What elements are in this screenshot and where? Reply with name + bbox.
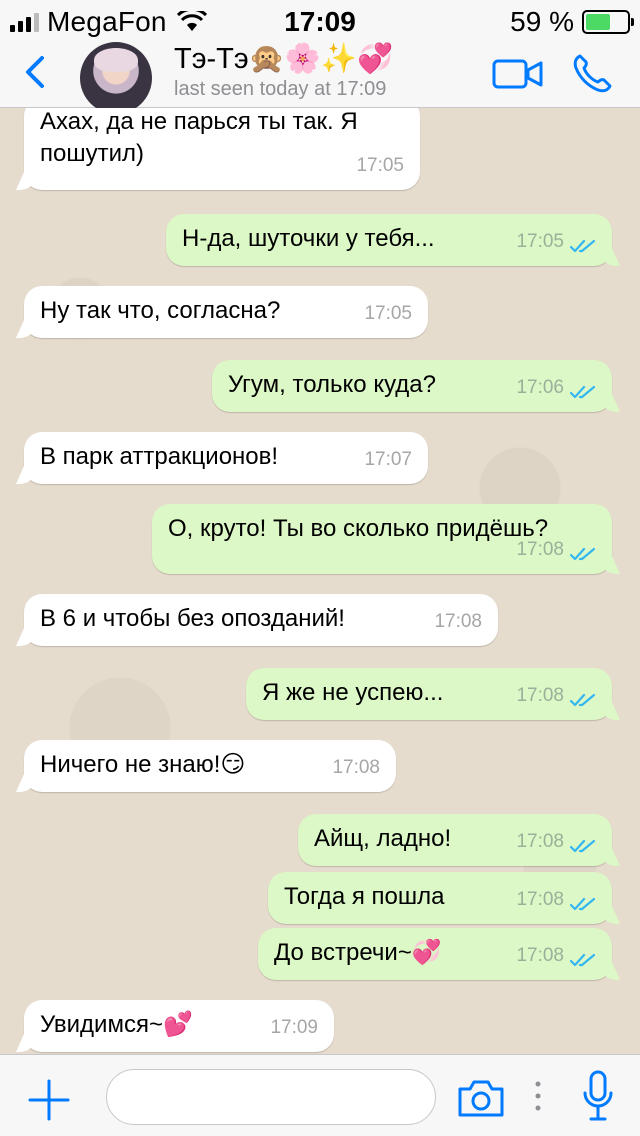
message-time: 17:05	[516, 231, 564, 252]
message-line: В парк аттракционов!	[40, 443, 279, 470]
incoming-message[interactable]: В парк аттракционов! 17:07	[24, 432, 428, 484]
message-time: 17:05	[356, 155, 404, 176]
incoming-message[interactable]: В 6 и чтобы без опозданий! 17:08	[24, 594, 498, 646]
message-text: До встречи~💞	[274, 937, 442, 969]
incoming-message[interactable]: Ничего не знаю!😏 17:08	[24, 740, 396, 792]
message-text: О, круто! Ты во сколько придёшь?	[168, 513, 548, 545]
chat-messages[interactable]: Ахах, да не парься ты так. Я пошутил) 17:0…	[0, 108, 640, 1054]
message-time: 17:08	[516, 945, 564, 966]
message-text: Айщ, ладно!	[314, 823, 451, 855]
outgoing-message[interactable]: Я же не успею... 17:08	[246, 668, 612, 720]
message-line: Угум, только куда?	[228, 371, 436, 398]
read-receipt-icon	[570, 897, 596, 911]
message-line: Ну так что, согласна?	[40, 297, 281, 324]
chevron-left-icon[interactable]	[20, 52, 50, 92]
message-time: 17:06	[516, 377, 564, 398]
message-text: Я же не успею...	[262, 677, 443, 709]
message-text: Ахах, да не парься ты так. Я пошутил)	[40, 108, 358, 170]
message-text: Ничего не знаю!😏	[40, 749, 245, 781]
incoming-message[interactable]: Ахах, да не парься ты так. Я пошутил) 17:0…	[24, 108, 420, 190]
camera-icon[interactable]	[456, 1077, 506, 1119]
message-time: 17:08	[516, 889, 564, 910]
message-text: Угум, только куда?	[228, 369, 436, 401]
message-line: пошутил)	[40, 140, 144, 167]
incoming-message[interactable]: Ну так что, согласна? 17:05	[24, 286, 428, 338]
message-line: Н-да, шуточки у тебя...	[182, 225, 435, 252]
input-bar	[0, 1054, 640, 1136]
avatar[interactable]	[80, 42, 152, 114]
message-line: Ахах, да не парься ты так. Я	[40, 108, 358, 135]
message-line: Айщ, ладно!	[314, 825, 452, 852]
read-receipt-icon	[570, 693, 596, 707]
more-dots-icon[interactable]	[533, 1079, 543, 1113]
video-camera-icon[interactable]	[492, 58, 544, 90]
contact-name[interactable]: Тэ-Тэ🙊🌸✨💞	[174, 42, 393, 76]
message-time: 17:09	[270, 1017, 318, 1038]
read-receipt-icon	[570, 547, 596, 561]
message-text: Увидимся~💕	[40, 1009, 193, 1041]
battery-icon	[582, 10, 634, 34]
message-time: 17:08	[516, 685, 564, 706]
read-receipt-icon	[570, 385, 596, 399]
message-text: В парк аттракционов!	[40, 441, 278, 473]
chat-header: Тэ-Тэ🙊🌸✨💞 last seen today at 17:09	[0, 40, 640, 114]
status-bar: MegaFon 17:09 59 %	[0, 0, 640, 40]
message-time: 17:08	[516, 539, 564, 560]
message-line: В 6 и чтобы без опозданий!	[40, 605, 345, 632]
outgoing-message[interactable]: Тогда я пошла 17:08	[268, 872, 612, 924]
message-line: Увидимся~💕	[40, 1011, 193, 1038]
battery-percent: 59 %	[510, 6, 574, 37]
message-line: До встречи~💞	[274, 939, 442, 966]
message-time: 17:08	[332, 757, 380, 778]
message-time: 17:08	[516, 831, 564, 852]
status-right: 59 %	[510, 6, 634, 38]
outgoing-message[interactable]: Н-да, шуточки у тебя... 17:05	[166, 214, 612, 266]
outgoing-message[interactable]: О, круто! Ты во сколько придёшь? 17:08	[152, 504, 612, 574]
phone-icon[interactable]	[570, 52, 618, 96]
outgoing-message[interactable]: До встречи~💞 17:08	[258, 928, 612, 980]
battery-level	[586, 14, 610, 30]
read-receipt-icon	[570, 953, 596, 967]
incoming-message[interactable]: Увидимся~💕 17:09	[24, 1000, 334, 1052]
read-receipt-icon	[570, 239, 596, 253]
message-time: 17:05	[364, 303, 412, 324]
last-seen-status: last seen today at 17:09	[174, 78, 387, 100]
message-line: О, круто! Ты во сколько придёшь?	[168, 515, 549, 542]
outgoing-message[interactable]: Угум, только куда? 17:06	[212, 360, 612, 412]
outgoing-message[interactable]: Айщ, ладно! 17:08	[298, 814, 612, 866]
microphone-icon[interactable]	[582, 1069, 614, 1123]
message-line: Я же не успею...	[262, 679, 444, 706]
message-text: Тогда я пошла	[284, 881, 444, 913]
message-line: Тогда я пошла	[284, 883, 445, 910]
message-text: В 6 и чтобы без опозданий!	[40, 603, 345, 635]
message-text: Н-да, шуточки у тебя...	[182, 223, 435, 255]
message-time: 17:08	[434, 611, 482, 632]
plus-icon[interactable]	[28, 1079, 70, 1121]
message-text: Ну так что, согласна?	[40, 295, 280, 327]
read-receipt-icon	[570, 839, 596, 853]
message-input[interactable]	[106, 1069, 436, 1125]
message-line: Ничего не знаю!😏	[40, 751, 246, 778]
message-time: 17:07	[364, 449, 412, 470]
